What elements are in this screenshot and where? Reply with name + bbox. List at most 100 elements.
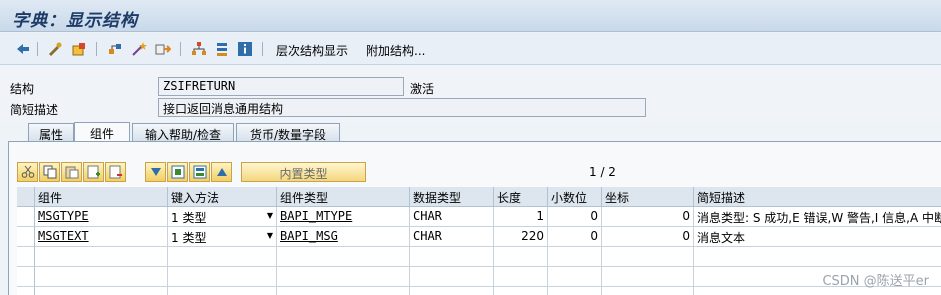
magic-wand-icon[interactable]: [130, 40, 148, 58]
empty-cell[interactable]: [277, 247, 410, 267]
paste-icon[interactable]: [61, 162, 82, 182]
window-title: 字典：显示结构: [12, 11, 138, 31]
structure-header-form: 结构 ZSIFRETURN 激活 简短描述 接口返回消息通用结构: [0, 66, 941, 122]
table-row: MSGTEXT 1 类型 ▼ BAPI_MSG CHAR 220 0 0 消息文本: [17, 227, 941, 247]
insert-row-icon[interactable]: [83, 162, 104, 182]
method-cell[interactable]: 1 类型 ▼: [168, 227, 277, 247]
sort-up-icon[interactable]: [211, 162, 232, 182]
cut-icon[interactable]: [17, 162, 38, 182]
stack-icon[interactable]: [213, 40, 231, 58]
data-type-cell[interactable]: CHAR: [410, 227, 494, 247]
predefined-type-button[interactable]: 内置类型: [241, 162, 366, 182]
row-selector[interactable]: [17, 227, 35, 247]
row-selector[interactable]: [17, 247, 35, 267]
decimals-cell[interactable]: 0: [548, 207, 602, 227]
status-text: 激活: [410, 82, 435, 96]
desc-cell[interactable]: 消息文本: [694, 227, 941, 247]
row-selector[interactable]: [17, 267, 35, 287]
decimals-cell[interactable]: 0: [548, 227, 602, 247]
hierarchy-icon[interactable]: [190, 40, 208, 58]
where-used-icon[interactable]: [154, 40, 172, 58]
append-structure-button[interactable]: 附加结构...: [366, 42, 425, 59]
col-data-type[interactable]: 数据类型: [410, 187, 494, 207]
components-panel: 内置类型 1 / 2 组件 键入方法 组件类型 数据类型 长度 小数位 坐标 简…: [8, 141, 941, 295]
empty-cell[interactable]: [548, 247, 602, 267]
empty-cell[interactable]: [494, 287, 548, 295]
empty-cell[interactable]: [35, 247, 168, 267]
empty-cell[interactable]: [277, 267, 410, 287]
empty-cell[interactable]: [168, 247, 277, 267]
delete-row-icon[interactable]: [105, 162, 126, 182]
method-cell[interactable]: 1 类型 ▼: [168, 207, 277, 227]
structure-label: 结构: [10, 82, 35, 96]
dropdown-arrow-icon[interactable]: ▼: [267, 231, 273, 240]
structure-name-field[interactable]: ZSIFRETURN: [158, 77, 404, 96]
tab-input-help[interactable]: 输入帮助/检查: [132, 123, 234, 142]
select-all-cell[interactable]: [17, 187, 35, 207]
comp-type-cell[interactable]: BAPI_MTYPE: [277, 207, 410, 227]
col-length[interactable]: 长度: [494, 187, 548, 207]
method-value: 1 类型: [171, 211, 207, 225]
table-settings-icon[interactable]: [167, 162, 188, 182]
tab-currency-quantity[interactable]: 货币/数量字段: [236, 123, 340, 142]
table-row: MSGTYPE 1 类型 ▼ BAPI_MTYPE CHAR 1 0 0 消息类型…: [17, 207, 941, 227]
empty-cell[interactable]: [168, 267, 277, 287]
col-decimals[interactable]: 小数位: [548, 187, 602, 207]
empty-cell[interactable]: [602, 267, 694, 287]
empty-cell[interactable]: [602, 287, 694, 295]
empty-cell[interactable]: [35, 267, 168, 287]
data-type-cell[interactable]: CHAR: [410, 207, 494, 227]
table-row-empty: [17, 247, 941, 267]
dropdown-arrow-icon[interactable]: ▼: [267, 211, 273, 220]
display-change-icon[interactable]: [46, 40, 64, 58]
info-icon[interactable]: [236, 40, 254, 58]
toolbar-separator: [96, 42, 97, 56]
empty-cell[interactable]: [548, 287, 602, 295]
col-component[interactable]: 组件: [35, 187, 168, 207]
tab-attributes[interactable]: 属性: [28, 123, 74, 142]
coord-cell[interactable]: 0: [602, 227, 694, 247]
empty-cell[interactable]: [548, 267, 602, 287]
sort-down-icon[interactable]: [145, 162, 166, 182]
copy-icon[interactable]: [39, 162, 60, 182]
toolbar-separator: [262, 42, 263, 56]
empty-cell[interactable]: [494, 267, 548, 287]
watermark: CSDN @陈送平er: [822, 274, 929, 289]
comp-type-cell[interactable]: BAPI_MSG: [277, 227, 410, 247]
table-row-empty: [17, 267, 941, 287]
table-detail-icon[interactable]: [189, 162, 210, 182]
short-desc-field[interactable]: 接口返回消息通用结构: [158, 98, 646, 117]
row-selector[interactable]: [17, 207, 35, 227]
empty-cell[interactable]: [410, 287, 494, 295]
empty-cell[interactable]: [694, 247, 941, 267]
back-arrow-icon[interactable]: [14, 40, 32, 58]
tab-components[interactable]: 组件: [74, 122, 130, 143]
col-short-desc[interactable]: 简短描述: [694, 187, 941, 207]
empty-cell[interactable]: [410, 267, 494, 287]
short-desc-label: 简短描述: [10, 103, 59, 117]
hierarchy-display-button[interactable]: 层次结构显示: [276, 42, 348, 59]
other-object-icon[interactable]: [106, 40, 124, 58]
empty-cell[interactable]: [277, 287, 410, 295]
toolbar-separator: [37, 42, 38, 56]
length-cell[interactable]: 220: [494, 227, 548, 247]
empty-cell[interactable]: [35, 287, 168, 295]
length-cell[interactable]: 1: [494, 207, 548, 227]
table-row-empty: [17, 287, 941, 295]
table-header: 组件 键入方法 组件类型 数据类型 长度 小数位 坐标 简短描述: [17, 187, 941, 207]
empty-cell[interactable]: [410, 247, 494, 267]
empty-cell[interactable]: [494, 247, 548, 267]
row-selector[interactable]: [17, 287, 35, 295]
col-method[interactable]: 键入方法: [168, 187, 277, 207]
desc-cell[interactable]: 消息类型: S 成功,E 错误,W 警告,I 信息,A 中断: [694, 207, 941, 227]
empty-cell[interactable]: [168, 287, 277, 295]
col-coordinate[interactable]: 坐标: [602, 187, 694, 207]
toolbar-separator: [180, 42, 181, 56]
component-cell[interactable]: MSGTYPE: [35, 207, 168, 227]
col-comp-type[interactable]: 组件类型: [277, 187, 410, 207]
empty-cell[interactable]: [602, 247, 694, 267]
component-cell[interactable]: MSGTEXT: [35, 227, 168, 247]
coord-cell[interactable]: 0: [602, 207, 694, 227]
activate-icon[interactable]: [70, 40, 88, 58]
page-indicator: 1 / 2: [589, 165, 616, 179]
